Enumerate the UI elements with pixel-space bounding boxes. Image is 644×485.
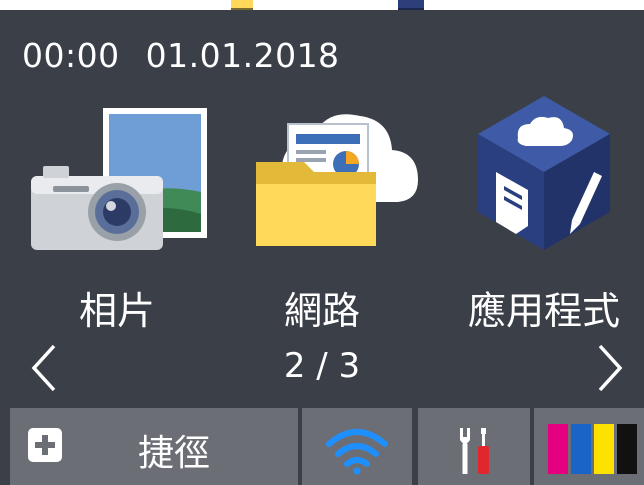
home-screen: 00:00 01.01.2018 相片 網路 應用程式 2 / 3 捷徑	[0, 10, 644, 485]
chevron-right-icon[interactable]	[590, 340, 630, 396]
tools-button[interactable]	[418, 408, 530, 485]
photo-camera-icon	[17, 94, 217, 254]
top-strip	[0, 0, 644, 10]
status-datetime: 00:00 01.01.2018	[22, 36, 340, 75]
app-label-web: 網路	[283, 289, 360, 333]
bottom-bar: 捷徑	[0, 408, 644, 485]
ink-button[interactable]	[534, 408, 644, 485]
web-folder-icon	[222, 94, 422, 254]
status-date: 01.01.2018	[145, 36, 340, 75]
page-indicator: 2 / 3	[283, 346, 361, 386]
status-time: 00:00	[22, 36, 120, 75]
shortcut-button[interactable]: 捷徑	[10, 408, 298, 485]
ink-level-icon	[548, 424, 637, 474]
peek-cube-icon	[398, 0, 424, 10]
app-label-apps: 應用程式	[467, 289, 620, 333]
peek-folder-icon	[231, 0, 253, 10]
wifi-button[interactable]	[302, 408, 412, 485]
pager: 2 / 3	[0, 340, 644, 396]
app-web[interactable]: 網路	[222, 94, 422, 333]
wifi-icon	[326, 429, 388, 475]
app-photo[interactable]: 相片	[17, 94, 217, 333]
tools-icon	[460, 428, 489, 474]
shortcut-label: 捷徑	[137, 433, 210, 474]
apps-cube-icon	[444, 94, 644, 254]
app-label-photo: 相片	[78, 289, 155, 333]
app-apps[interactable]: 應用程式	[444, 94, 644, 333]
